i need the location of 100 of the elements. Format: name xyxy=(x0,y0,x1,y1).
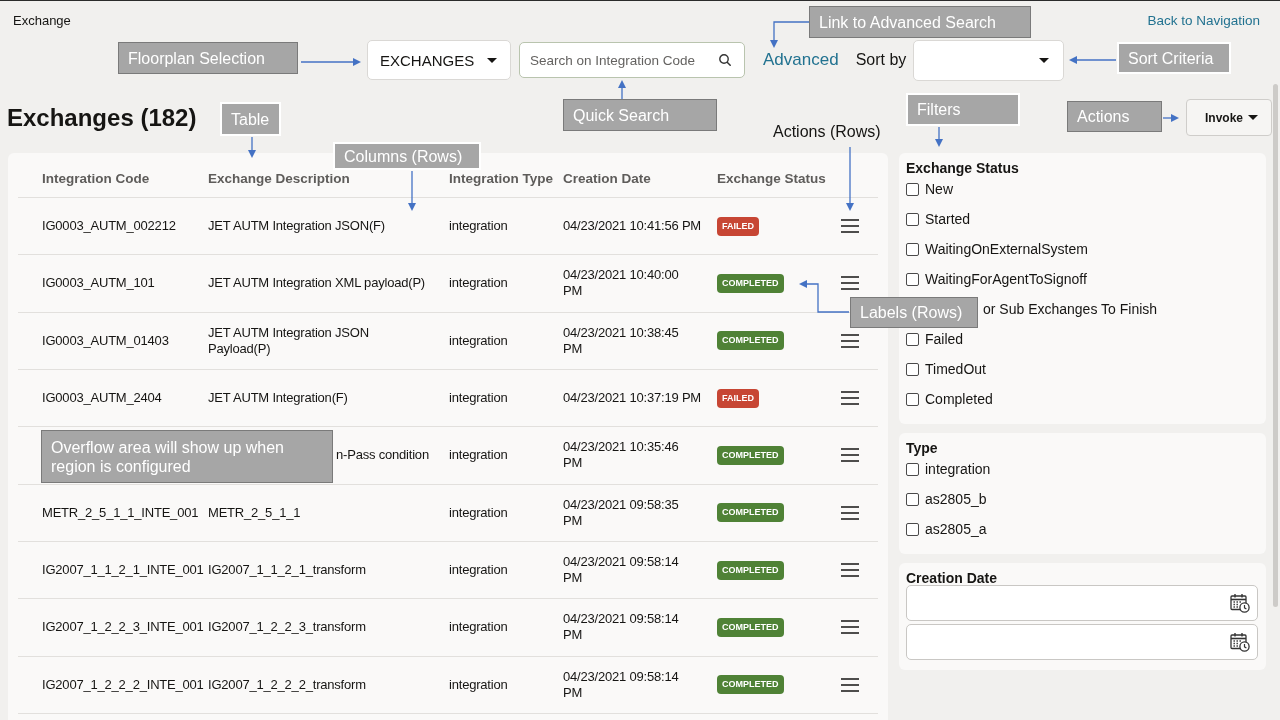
exchange-description: IG2007_1_1_2_1_transform xyxy=(208,562,366,579)
exchange-description: METR_2_5_1_1 xyxy=(208,504,301,521)
annotation-label: Table xyxy=(220,102,281,136)
checkbox[interactable] xyxy=(906,212,919,226)
integration-type: integration xyxy=(449,218,508,235)
creation-date: 04/23/2021 09:58:14 PM xyxy=(563,554,680,587)
integration-code: IG2007_1_1_2_1_INTE_001 xyxy=(42,562,204,579)
creation-date: 04/23/2021 09:58:14 PM xyxy=(563,668,680,701)
integration-type: integration xyxy=(449,447,508,464)
creation-date: 04/23/2021 10:38:45 PM xyxy=(563,324,680,357)
checkbox[interactable] xyxy=(906,392,919,406)
filter-option-label[interactable]: WaitingOnExternalSystem xyxy=(925,241,1088,257)
menu-icon[interactable] xyxy=(841,448,859,463)
annotation-label: Sort Criteria xyxy=(1117,42,1231,74)
status-badge: COMPLETED xyxy=(717,675,784,695)
annotation-arrow xyxy=(934,126,944,148)
column-header[interactable]: Creation Date xyxy=(563,171,651,186)
exchange-description: JET AUTM Integration XML payload(P) xyxy=(208,275,425,292)
integration-type: integration xyxy=(449,562,508,579)
exchange-description: n-Pass condition xyxy=(336,447,429,464)
back-link[interactable]: Back to Navigation xyxy=(1147,12,1260,28)
exchange-description: IG2007_1_2_2_2_transform xyxy=(208,676,366,693)
filter-option-label[interactable]: WaitingForAgentToSignoff xyxy=(925,271,1087,287)
checkbox[interactable] xyxy=(906,242,919,256)
column-header[interactable]: Integration Type xyxy=(449,171,553,186)
search-field[interactable]: Search on Integration Code xyxy=(519,42,745,78)
annotation-arrow xyxy=(1068,55,1117,65)
checkbox[interactable] xyxy=(906,272,919,286)
status-badge: COMPLETED xyxy=(717,560,784,580)
filter-option-label[interactable]: Failed xyxy=(925,331,964,347)
status-badge: COMPLETED xyxy=(717,274,784,293)
menu-icon[interactable] xyxy=(841,276,859,291)
checkbox[interactable] xyxy=(906,462,919,476)
filter-title: Creation Date xyxy=(906,569,999,587)
annotation-label: Columns (Rows) xyxy=(333,142,481,170)
integration-type: integration xyxy=(449,390,508,407)
annotation-label: Overflow area will show up when region is configured xyxy=(41,430,333,483)
status-badge: COMPLETED xyxy=(717,445,784,465)
filter-option-label[interactable]: TimedOut xyxy=(925,361,986,377)
annotation-arrow xyxy=(300,57,362,67)
checkbox[interactable] xyxy=(906,492,919,506)
creation-date: 04/23/2021 09:58:35 PM xyxy=(563,496,680,529)
caret-icon xyxy=(1248,115,1258,120)
integration-code: IG0003_AUTM_101 xyxy=(42,275,155,292)
column-header[interactable]: Integration Code xyxy=(42,171,150,186)
calendar-icon[interactable] xyxy=(1230,632,1250,652)
checkbox[interactable] xyxy=(906,182,919,196)
date-field[interactable] xyxy=(906,624,1258,660)
annotation-arrow xyxy=(1162,113,1180,123)
exchange-description: JET AUTM Integration JSON Payload(P) xyxy=(208,324,370,357)
filter-option-label[interactable]: Completed xyxy=(925,391,993,407)
sort-label: Sort by xyxy=(855,50,907,70)
status-badge: COMPLETED xyxy=(717,617,784,637)
exchange-description: JET AUTM Integration JSON(F) xyxy=(208,218,385,235)
checkbox[interactable] xyxy=(906,362,919,376)
status-badge: COMPLETED xyxy=(717,331,784,351)
creation-date: 04/23/2021 09:58:14 PM xyxy=(563,611,680,644)
annotation-arrow xyxy=(617,79,627,100)
creation-date: 04/23/2021 10:35:46 PM xyxy=(563,439,680,472)
creation-date: 04/23/2021 10:37:19 PM xyxy=(563,390,701,407)
integration-type: integration xyxy=(449,504,508,521)
search-icon[interactable] xyxy=(719,54,731,66)
filter-option-label[interactable]: integration xyxy=(925,461,991,477)
integration-code: IG0003_AUTM_2404 xyxy=(42,390,162,407)
filter-title: Exchange Status xyxy=(906,159,1020,177)
integration-type: integration xyxy=(449,619,508,636)
caret-icon xyxy=(487,57,497,63)
date-field[interactable] xyxy=(906,585,1258,621)
filter-option-label[interactable]: Started xyxy=(925,211,971,227)
integration-type: integration xyxy=(449,676,508,693)
filter-option-label[interactable]: as2805_b xyxy=(925,491,987,507)
annotation-arrow xyxy=(407,170,417,212)
annotation-arrow xyxy=(798,279,850,313)
scrollbar-thumb[interactable] xyxy=(1273,84,1278,607)
annotation-arrow xyxy=(769,21,810,49)
advanced-search-link[interactable]: Advanced xyxy=(763,50,839,70)
annotation-label: Filters xyxy=(906,93,1020,126)
menu-icon[interactable] xyxy=(841,677,859,692)
annotation-label: Quick Search xyxy=(563,99,717,131)
floorplan-dropdown[interactable]: EXCHANGES xyxy=(367,40,511,80)
annotation-arrow xyxy=(845,146,855,212)
column-header[interactable]: Exchange Description xyxy=(208,171,350,186)
filter-option-label[interactable]: or Sub Exchanges To Finish xyxy=(983,301,1158,317)
calendar-icon[interactable] xyxy=(1230,593,1250,613)
menu-icon[interactable] xyxy=(841,391,859,406)
menu-icon[interactable] xyxy=(841,505,859,520)
integration-type: integration xyxy=(449,275,508,292)
filter-option-label[interactable]: as2805_a xyxy=(925,521,987,537)
filter-option-label[interactable]: New xyxy=(925,181,953,197)
menu-icon[interactable] xyxy=(841,620,859,635)
menu-icon[interactable] xyxy=(841,219,859,234)
exchange-description: JET AUTM Integration(F) xyxy=(208,390,348,407)
menu-icon[interactable] xyxy=(841,563,859,578)
checkbox[interactable] xyxy=(906,522,919,536)
column-header[interactable]: Exchange Status xyxy=(717,171,826,186)
invoke-button[interactable]: Invoke xyxy=(1186,99,1272,136)
integration-type: integration xyxy=(449,332,508,349)
filter-title: Type xyxy=(906,439,939,457)
checkbox[interactable] xyxy=(906,332,919,346)
menu-icon[interactable] xyxy=(841,333,859,348)
